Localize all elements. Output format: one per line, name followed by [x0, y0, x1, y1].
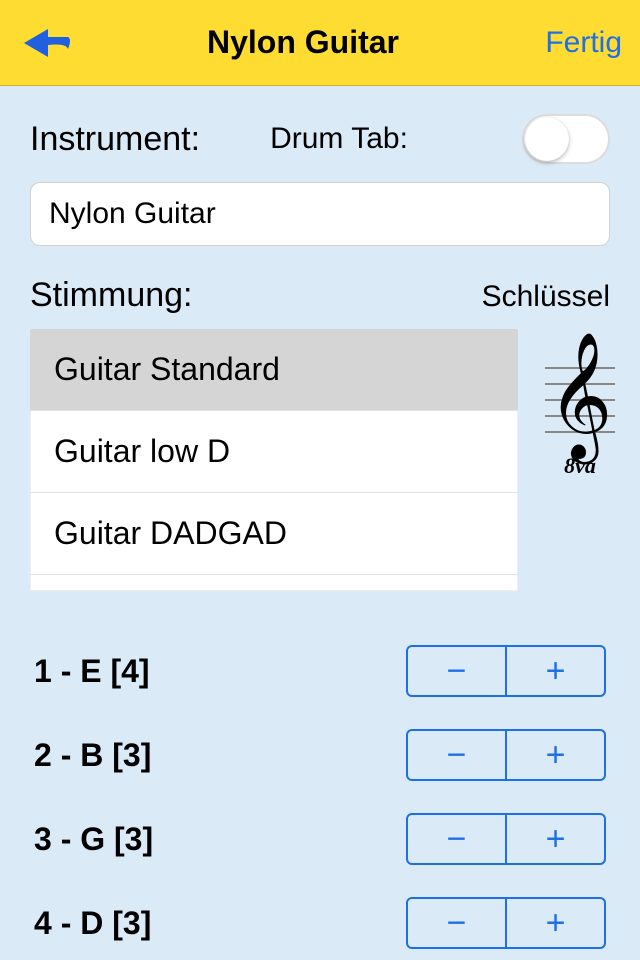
tuning-label: Stimmung:: [30, 276, 193, 315]
treble-clef-icon: 𝄞: [545, 359, 615, 439]
stepper-minus[interactable]: −: [408, 899, 507, 947]
string-stepper: −+: [406, 645, 606, 697]
string-stepper: −+: [406, 897, 606, 949]
tuning-item[interactable]: Guitar low D: [30, 411, 518, 493]
stepper-plus[interactable]: +: [507, 731, 604, 779]
string-row: 2 - B [3] −+: [30, 713, 610, 797]
string-row: 4 - D [3] −+: [30, 881, 610, 960]
instrument-select[interactable]: Nylon Guitar: [30, 182, 610, 246]
instrument-label: Instrument:: [30, 120, 200, 159]
tuning-item[interactable]: Guitar Standard: [30, 329, 518, 411]
stepper-minus[interactable]: −: [408, 647, 507, 695]
string-label: 2 - B [3]: [34, 737, 151, 774]
stepper-plus[interactable]: +: [507, 899, 604, 947]
stepper-plus[interactable]: +: [507, 647, 604, 695]
string-label: 1 - E [4]: [34, 653, 150, 690]
stepper-minus[interactable]: −: [408, 731, 507, 779]
clef-selector[interactable]: 𝄞 8va: [538, 329, 622, 479]
back-button[interactable]: [18, 23, 74, 63]
clef-label: Schlüssel: [482, 280, 610, 314]
string-stepper: −+: [406, 813, 606, 865]
tuning-item[interactable]: Guitar DADGAD: [30, 493, 518, 575]
octave-marker: 8va: [538, 453, 622, 479]
string-row: 3 - G [3] −+: [30, 797, 610, 881]
drum-tab-toggle[interactable]: [522, 114, 610, 164]
string-label: 4 - D [3]: [34, 905, 151, 942]
header-bar: Nylon Guitar Fertig: [0, 0, 640, 86]
drum-tab-label: Drum Tab:: [270, 122, 522, 156]
back-arrow-icon: [18, 23, 74, 63]
string-label: 3 - G [3]: [34, 821, 153, 858]
stepper-minus[interactable]: −: [408, 815, 507, 863]
string-row: 1 - E [4] −+: [30, 629, 610, 713]
stepper-plus[interactable]: +: [507, 815, 604, 863]
string-stepper: −+: [406, 729, 606, 781]
instrument-value: Nylon Guitar: [49, 197, 216, 230]
toggle-knob: [525, 117, 569, 161]
done-button[interactable]: Fertig: [532, 26, 622, 60]
strings-list: 1 - E [4]−+2 - B [3]−+3 - G [3]−+4 - D […: [10, 629, 630, 960]
tuning-list[interactable]: Guitar StandardGuitar low DGuitar DADGAD: [30, 329, 518, 591]
page-title: Nylon Guitar: [74, 24, 532, 61]
